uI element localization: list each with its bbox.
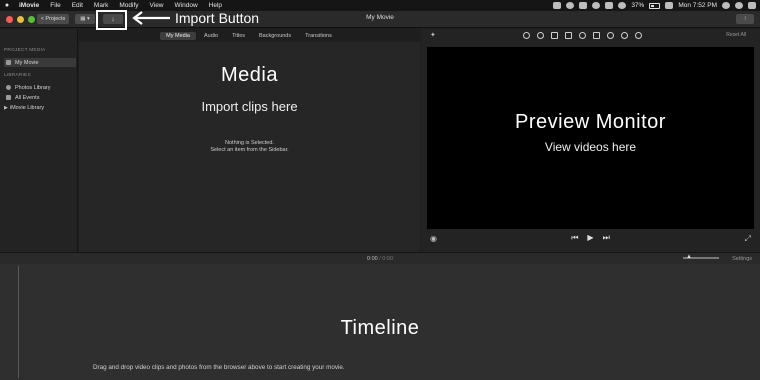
timeline-settings-button[interactable]: Settings: [732, 256, 752, 262]
empty-message-line: Select an item from the Sidebar.: [210, 147, 289, 153]
bluetooth-icon[interactable]: [605, 2, 614, 9]
sidebar-item-label: All Events: [15, 94, 40, 101]
timeline-empty-hint: Drag and drop video clips and photos fro…: [93, 364, 345, 371]
annotation-arrow-icon: [132, 11, 170, 25]
media-annotation-title: Media: [221, 64, 278, 86]
preview-monitor[interactable]: Preview Monitor View videos here: [427, 47, 754, 229]
reset-all-button[interactable]: Reset All: [726, 32, 746, 38]
time-machine-icon[interactable]: [592, 2, 601, 9]
sidebar-item-imovie-library[interactable]: ▶ iMovie Library: [4, 103, 76, 112]
dropbox-icon[interactable]: [553, 2, 562, 9]
menu-mark[interactable]: Mark: [89, 2, 114, 9]
user-avatar-icon[interactable]: [735, 2, 743, 9]
sidebar-item-photos-library[interactable]: Photos Library: [4, 83, 76, 92]
sidebar-item-label: iMovie Library: [9, 104, 45, 111]
media-annotation-subtitle: Import clips here: [201, 99, 298, 114]
menu-app-imovie[interactable]: iMovie: [14, 2, 45, 9]
battery-icon[interactable]: [649, 2, 661, 9]
tab-backgrounds[interactable]: Backgrounds: [253, 32, 297, 40]
color-correction-icon[interactable]: [537, 32, 544, 39]
sidebar-item-my-movie[interactable]: My Movie: [4, 58, 76, 67]
speed-icon[interactable]: [607, 32, 614, 39]
menu-edit[interactable]: Edit: [67, 2, 89, 9]
clip-filter-icon[interactable]: [621, 32, 628, 39]
menu-window[interactable]: Window: [170, 2, 204, 9]
menu-clock[interactable]: Mon 7:52 PM: [678, 2, 717, 9]
skip-forward-icon[interactable]: ⏭: [603, 233, 610, 243]
adjustment-icons: [523, 32, 642, 39]
tab-audio[interactable]: Audio: [198, 32, 224, 40]
import-button-annotation: Import Button: [175, 10, 260, 26]
disclosure-triangle-icon[interactable]: ▶: [4, 105, 8, 111]
shield-icon[interactable]: [566, 2, 575, 9]
browser-tabs: My Media Audio Titles Backgrounds Transi…: [78, 30, 420, 41]
search-icon[interactable]: [722, 2, 730, 9]
timeline-header: 0:00 / 0:00 ▲ Settings: [0, 252, 760, 264]
libraries-header: LIBRARIES: [4, 73, 31, 78]
sidebar-item-all-events[interactable]: All Events: [4, 93, 76, 102]
total-time: 0:00: [382, 256, 394, 262]
menu-view[interactable]: View: [145, 2, 170, 9]
time-separator: /: [379, 256, 381, 262]
empty-message-line: Nothing is Selected.: [225, 140, 274, 146]
enhance-wand-icon[interactable]: ✦: [430, 31, 436, 39]
empty-selection-message: Nothing is Selected. Select an item from…: [79, 140, 420, 154]
sidebar-item-label: Photos Library: [15, 84, 51, 91]
color-balance-icon[interactable]: [523, 32, 530, 39]
info-icon[interactable]: [635, 32, 642, 39]
tab-my-media[interactable]: My Media: [160, 31, 196, 40]
events-icon: [6, 95, 11, 100]
timeline[interactable]: Timeline Drag and drop video clips and p…: [0, 264, 760, 380]
project-media-header: PROJECT MEDIA: [4, 48, 46, 53]
tab-titles[interactable]: Titles: [226, 32, 251, 40]
viewer-panel: ✦ Reset All Preview Monitor View videos …: [421, 29, 760, 252]
menu-file[interactable]: File: [45, 2, 66, 9]
current-time: 0:00: [366, 256, 378, 262]
sidebar-item-label: My Movie: [15, 59, 39, 66]
wifi-icon[interactable]: [618, 2, 627, 9]
film-icon: [6, 60, 11, 65]
apple-icon[interactable]: ●: [0, 2, 14, 9]
fullscreen-icon[interactable]: ⤢: [745, 234, 751, 244]
menu-modify[interactable]: Modify: [114, 2, 144, 9]
flag-icon[interactable]: [665, 2, 674, 9]
share-button[interactable]: ↑: [736, 14, 754, 24]
timecode-display: 0:00 / 0:00: [0, 256, 760, 262]
airplay-icon[interactable]: [579, 2, 588, 9]
preview-annotation-subtitle: View videos here: [544, 140, 637, 154]
battery-percent: 37%: [631, 2, 645, 9]
menu-help[interactable]: Help: [204, 2, 228, 9]
media-browser[interactable]: Media Import clips here Nothing is Selec…: [79, 42, 420, 252]
timeline-annotation-title: Timeline: [340, 317, 420, 339]
notification-list-icon[interactable]: [748, 2, 756, 9]
import-button-highlight-box: [96, 10, 127, 30]
playback-controls: ⏮ ▶ ⏭: [421, 233, 760, 243]
photos-icon: [6, 85, 11, 90]
noise-reduction-icon[interactable]: [593, 32, 600, 39]
preview-annotation-title: Preview Monitor: [515, 111, 666, 133]
tab-transitions[interactable]: Transitions: [299, 32, 338, 40]
skip-back-icon[interactable]: ⏮: [571, 233, 578, 243]
libraries-sidebar: PROJECT MEDIA My Movie LIBRARIES Photos …: [0, 29, 78, 252]
crop-icon[interactable]: [551, 32, 558, 39]
volume-icon[interactable]: [579, 32, 586, 39]
menu-bar-tray: 37% Mon 7:52 PM: [553, 0, 756, 11]
stabilization-icon[interactable]: [565, 32, 572, 39]
play-icon[interactable]: ▶: [587, 233, 593, 243]
zoom-slider-knob-icon[interactable]: ▲: [686, 254, 692, 260]
adjustment-toolbar: ✦ Reset All: [421, 29, 760, 42]
